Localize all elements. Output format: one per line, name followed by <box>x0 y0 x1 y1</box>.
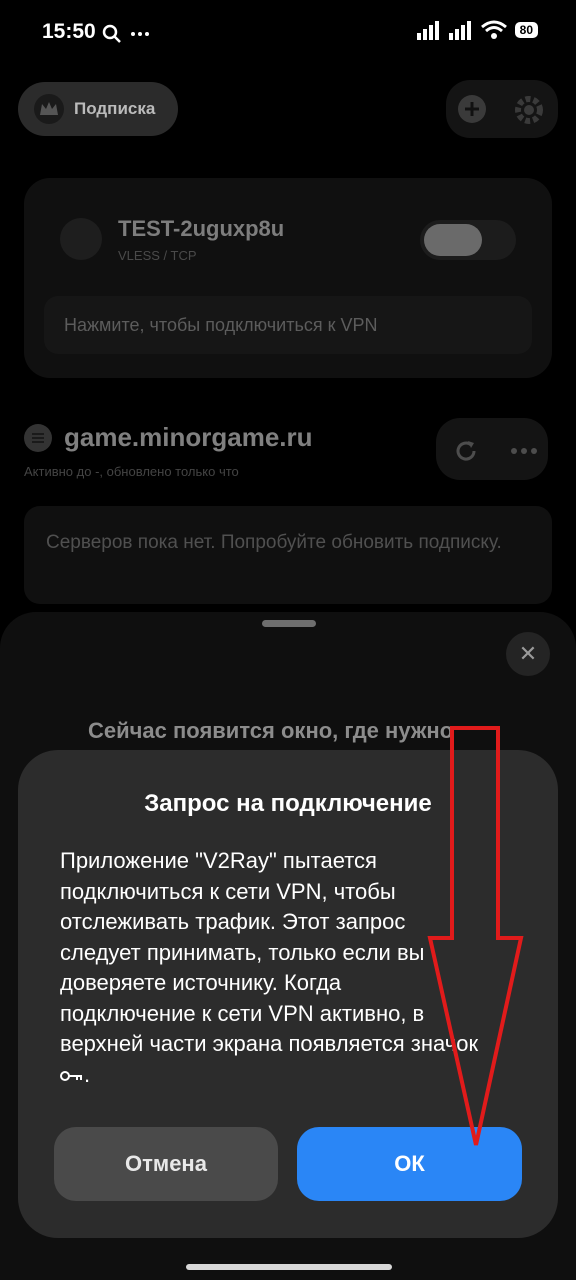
vpn-toggle-knob <box>424 224 482 256</box>
refresh-icon[interactable] <box>453 438 479 469</box>
more-options-icon[interactable] <box>510 444 538 462</box>
close-icon[interactable]: ✕ <box>506 632 550 676</box>
gear-icon[interactable] <box>513 94 545 131</box>
empty-servers-message: Серверов пока нет. Попробуйте обновить п… <box>24 506 552 604</box>
connect-hint-box[interactable]: Нажмите, чтобы подключиться к VPN <box>44 296 532 354</box>
subscription-title: game.minorgame.ru <box>64 422 313 452</box>
subscription-list-icon <box>24 424 52 452</box>
sheet-drag-handle[interactable] <box>262 620 316 627</box>
cancel-button[interactable]: Отмена <box>54 1127 278 1201</box>
subscription-meta: Активно до -, обновлено только что <box>24 464 239 479</box>
dialog-title: Запрос на подключение <box>144 790 432 817</box>
dialog-body-text: Приложение "V2Ray" пытается подключиться… <box>60 848 479 1056</box>
ok-button[interactable]: ОК <box>297 1127 522 1201</box>
dialog-body: Приложение "V2Ray" пытается подключиться… <box>60 848 479 1087</box>
add-icon[interactable] <box>457 94 487 129</box>
server-protocol: VLESS / TCP <box>118 248 197 263</box>
crown-icon <box>34 94 64 124</box>
key-icon <box>60 1070 82 1081</box>
subscription-label: Подписка <box>74 99 156 118</box>
server-avatar <box>60 218 102 260</box>
server-name: TEST-2uguxp8u <box>118 216 285 241</box>
sheet-instruction-text: Сейчас появится окно, где нужно <box>88 718 454 743</box>
gesture-nav-bar[interactable] <box>186 1264 392 1270</box>
subscription-button[interactable]: Подписка <box>18 82 178 136</box>
